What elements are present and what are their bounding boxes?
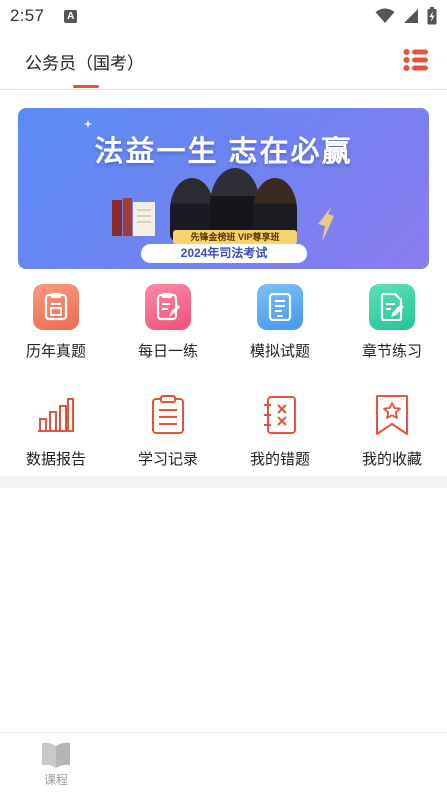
banner-exam-title: 2024年司法考试	[141, 244, 307, 263]
status-icons	[375, 7, 437, 25]
active-tab-indicator	[73, 85, 99, 88]
nav-item-courses[interactable]: 课程	[30, 741, 82, 788]
wifi-icon	[375, 8, 395, 23]
chapter-practice-icon	[380, 293, 404, 321]
notification-icon: A	[64, 9, 78, 23]
feature-label: 我的收藏	[361, 451, 422, 468]
data-report-icon	[38, 398, 74, 432]
feature-wrong-questions[interactable]: 我的错题	[224, 386, 336, 478]
sparkle-icon	[84, 120, 92, 128]
exam-category-tab[interactable]: 公务员（国考）	[25, 49, 144, 74]
daily-practice-icon	[156, 293, 180, 321]
feature-label: 章节练习	[361, 343, 422, 360]
banner-slogan: 法益一生 志在必赢	[94, 136, 353, 168]
favorites-icon	[376, 395, 408, 435]
header: 公务员（国考）	[0, 32, 447, 90]
study-record-icon	[152, 395, 184, 434]
feature-label: 数据报告	[25, 451, 86, 468]
book-icon	[42, 742, 70, 768]
sparkle-icon	[318, 206, 334, 242]
law-books-icon	[112, 198, 155, 236]
mock-test-icon	[268, 293, 292, 321]
feature-daily-practice[interactable]: 每日一练	[112, 278, 224, 370]
past-exam-icon	[44, 293, 68, 321]
feature-past-exams[interactable]: 历年真题	[0, 278, 112, 370]
status-bar: 2:57 A	[0, 0, 447, 32]
feature-chapter-practice[interactable]: 章节练习	[336, 278, 447, 370]
wrong-questions-icon	[264, 396, 296, 434]
battery-icon	[427, 7, 437, 25]
feature-label: 模拟试题	[249, 343, 310, 360]
feature-mock-test[interactable]: 模拟试题	[224, 278, 336, 370]
status-time: 2:57	[10, 6, 45, 25]
promo-banner[interactable]: 法益一生 志在必赢 先锋金榜班 VIP尊享班 2024年司法考试	[18, 108, 429, 269]
feature-data-report[interactable]: 数据报告	[0, 386, 112, 478]
menu-list-icon[interactable]	[403, 47, 429, 73]
feature-study-record[interactable]: 学习记录	[112, 386, 224, 478]
signal-icon	[404, 9, 418, 23]
banner-class-badge: 先锋金榜班 VIP尊享班	[173, 230, 297, 244]
bottom-nav: 课程	[0, 732, 447, 794]
feature-label: 我的错题	[249, 451, 310, 468]
section-divider	[0, 476, 447, 488]
feature-label: 每日一练	[137, 343, 198, 360]
feature-favorites[interactable]: 我的收藏	[336, 386, 447, 478]
nav-label: 课程	[43, 773, 68, 787]
feature-label: 历年真题	[25, 343, 86, 360]
feature-label: 学习记录	[137, 451, 198, 468]
